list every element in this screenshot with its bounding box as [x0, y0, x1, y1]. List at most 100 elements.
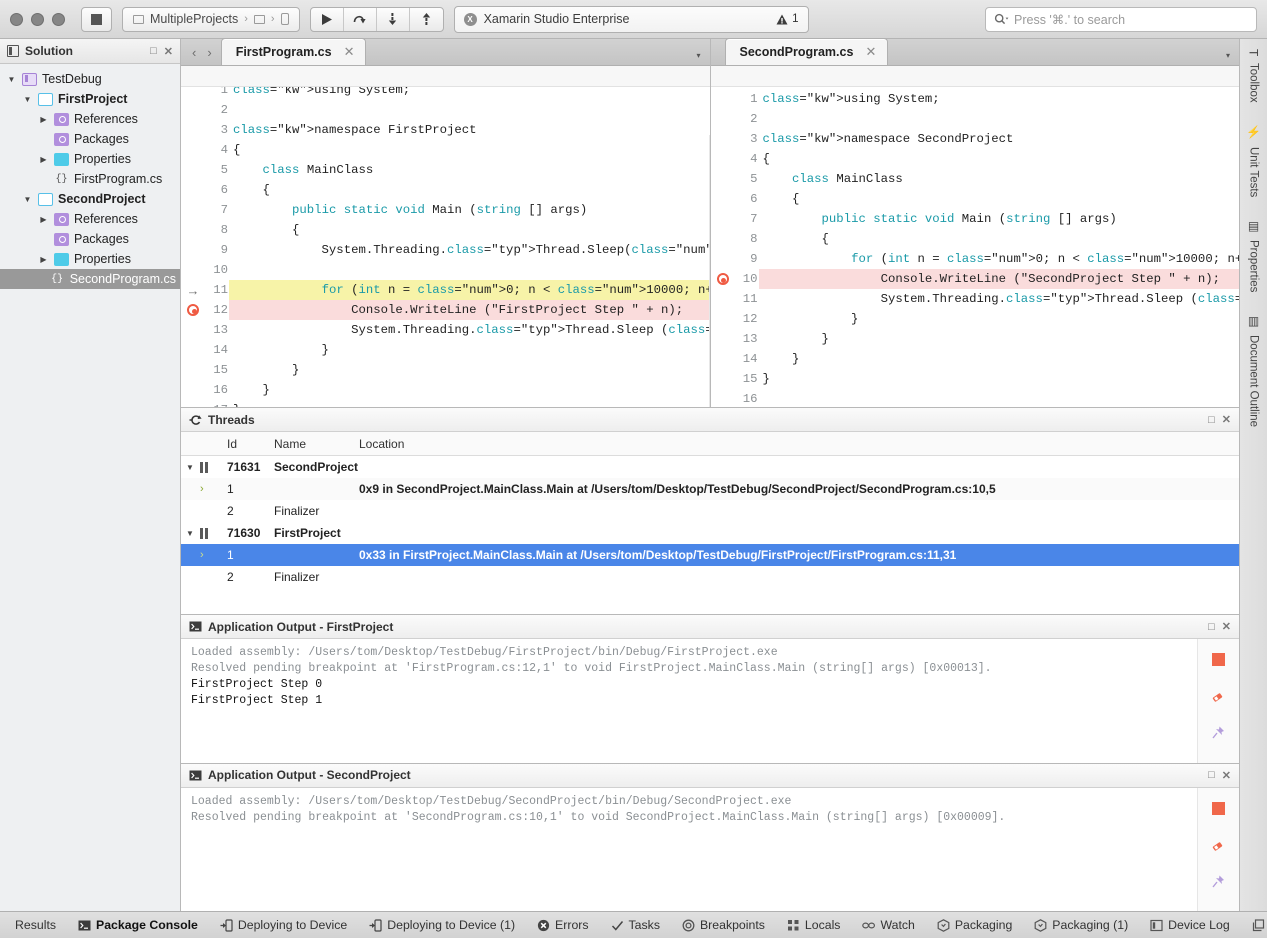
close-icon[interactable]: ✕	[1222, 769, 1231, 782]
maximize-window-button[interactable]	[52, 13, 65, 26]
editor-gutter-left[interactable]: →	[181, 87, 203, 407]
pin-icon[interactable]	[1211, 874, 1226, 889]
code-line[interactable]: class="kw">namespace FirstProject	[229, 120, 710, 140]
step-out-button[interactable]	[410, 8, 443, 31]
gutter-marker[interactable]: →	[185, 280, 201, 300]
table-row[interactable]: 2Finalizer	[181, 500, 1239, 522]
code-line[interactable]: {	[229, 140, 710, 160]
table-row[interactable]: ›10x9 in SecondProject.MainClass.Main at…	[181, 478, 1239, 500]
row-expander[interactable]: ▼	[181, 528, 227, 539]
tree-item-packages[interactable]: Packages	[0, 229, 180, 249]
warning-indicator[interactable]: 1	[776, 13, 798, 25]
table-row[interactable]: ▼71631SecondProject	[181, 456, 1239, 478]
gutter-marker[interactable]	[185, 300, 201, 320]
code-content-left[interactable]: class="kw">using System;class="kw">names…	[229, 87, 710, 407]
breakpoint-icon[interactable]	[717, 273, 729, 285]
editor-gutter-right[interactable]	[711, 89, 733, 407]
tree-item-secondprogram-cs[interactable]: {}SecondProgram.cs	[0, 269, 180, 289]
code-line[interactable]	[759, 389, 1240, 407]
minimize-icon[interactable]: □	[1208, 414, 1215, 426]
search-box[interactable]: Press '⌘.' to search	[985, 7, 1257, 32]
output-text-first[interactable]: Loaded assembly: /Users/tom/Desktop/Test…	[181, 639, 1197, 763]
disclosure-triangle-icon[interactable]: ▼	[186, 529, 194, 538]
close-icon[interactable]: ✕	[164, 45, 173, 58]
tab-secondprogram-cs[interactable]: SecondProgram.cs ✕	[725, 38, 889, 65]
table-row[interactable]: ›10x33 in FirstProject.MainClass.Main at…	[181, 544, 1239, 566]
code-line[interactable]: }	[759, 369, 1240, 389]
code-line[interactable]: }	[229, 360, 710, 380]
table-row[interactable]: 2Finalizer	[181, 566, 1239, 588]
column-header-location[interactable]: Location	[359, 437, 404, 451]
code-line[interactable]: public static void Main (string [] args)	[759, 209, 1240, 229]
code-line[interactable]: Console.WriteLine ("SecondProject Step "…	[759, 269, 1240, 289]
disclosure-triangle-icon[interactable]	[22, 195, 33, 204]
code-line[interactable]: }	[229, 400, 710, 407]
output-text-second[interactable]: Loaded assembly: /Users/tom/Desktop/Test…	[181, 788, 1197, 912]
column-header-id[interactable]: Id	[227, 437, 274, 451]
clear-icon[interactable]	[1211, 688, 1226, 703]
dock-tab-properties[interactable]: ▤Properties	[1247, 219, 1261, 292]
statusbar-item-packaging-1-[interactable]: Packaging (1)	[1023, 918, 1139, 932]
clear-icon[interactable]	[1211, 837, 1226, 852]
stop-button[interactable]	[81, 7, 112, 32]
code-line[interactable]	[229, 100, 710, 120]
statusbar-item-breakpoints[interactable]: Breakpoints	[671, 918, 776, 932]
chevron-right-icon[interactable]: ›	[200, 483, 204, 495]
code-line[interactable]: {	[229, 220, 710, 240]
code-line[interactable]: class="kw">using System;	[759, 89, 1240, 109]
tree-item-firstproject[interactable]: FirstProject	[0, 89, 180, 109]
tab-close-icon[interactable]: ✕	[344, 44, 355, 60]
code-line[interactable]: class MainClass	[229, 160, 710, 180]
row-expander[interactable]: ▼	[181, 462, 227, 473]
code-line[interactable]: {	[759, 149, 1240, 169]
dock-tab-document-outline[interactable]: ▥Document Outline	[1247, 314, 1261, 427]
minimize-icon[interactable]: □	[1208, 769, 1215, 781]
tree-item-firstprogram-cs[interactable]: {}FirstProgram.cs	[0, 169, 180, 189]
close-icon[interactable]: ✕	[1222, 413, 1231, 426]
minimize-icon[interactable]: □	[1208, 621, 1215, 633]
statusbar-item-packaging[interactable]: Packaging	[926, 918, 1023, 932]
stop-icon[interactable]	[1212, 653, 1225, 666]
code-line[interactable]: }	[759, 309, 1240, 329]
disclosure-triangle-icon[interactable]	[6, 75, 17, 84]
code-content-right[interactable]: class="kw">using System;class="kw">names…	[759, 89, 1240, 407]
code-line[interactable]: }	[759, 329, 1240, 349]
nav-back-icon[interactable]: ‹	[192, 45, 196, 60]
row-expander[interactable]: ›	[181, 483, 227, 495]
minimize-icon[interactable]: □	[150, 45, 157, 57]
statusbar-item-call-stack[interactable]: Call Stack	[1241, 918, 1267, 932]
gutter-marker[interactable]	[715, 269, 731, 289]
statusbar-item-tasks[interactable]: Tasks	[600, 918, 671, 932]
statusbar-item-locals[interactable]: Locals	[776, 918, 852, 932]
tree-item-references[interactable]: References	[0, 209, 180, 229]
code-line[interactable]: {	[229, 180, 710, 200]
disclosure-triangle-icon[interactable]	[38, 115, 49, 124]
status-display[interactable]: X Xamarin Studio Enterprise 1	[454, 6, 809, 33]
code-line[interactable]: System.Threading.class="typ">Thread.Slee…	[759, 289, 1240, 309]
dock-tab-toolbox[interactable]: TToolbox	[1247, 49, 1261, 103]
nav-forward-icon[interactable]: ›	[207, 45, 211, 60]
code-line[interactable]: }	[229, 340, 710, 360]
tab-firstprogram-cs[interactable]: FirstProgram.cs ✕	[221, 38, 367, 65]
code-line[interactable]	[759, 109, 1240, 129]
tab-list-caret-icon[interactable]: ▾	[696, 51, 709, 65]
disclosure-triangle-icon[interactable]	[38, 215, 49, 224]
tree-item-properties[interactable]: Properties	[0, 149, 180, 169]
minimize-window-button[interactable]	[31, 13, 44, 26]
stop-icon[interactable]	[1212, 802, 1225, 815]
column-header-name[interactable]: Name	[274, 437, 359, 451]
close-icon[interactable]: ✕	[1222, 620, 1231, 633]
disclosure-triangle-icon[interactable]	[22, 95, 33, 104]
continue-button[interactable]	[311, 8, 344, 31]
code-line[interactable]: class MainClass	[759, 169, 1240, 189]
statusbar-item-deploying-to-device[interactable]: Deploying to Device	[209, 918, 358, 932]
disclosure-triangle-icon[interactable]: ▼	[186, 463, 194, 472]
statusbar-item-errors[interactable]: Errors	[526, 918, 599, 932]
code-area-second[interactable]: 12345678910111213141516 class="kw">using…	[711, 87, 1240, 407]
code-line[interactable]: }	[759, 349, 1240, 369]
tree-item-references[interactable]: References	[0, 109, 180, 129]
close-window-button[interactable]	[10, 13, 23, 26]
table-row[interactable]: ▼71630FirstProject	[181, 522, 1239, 544]
code-line[interactable]: {	[759, 189, 1240, 209]
code-line[interactable]: {	[759, 229, 1240, 249]
